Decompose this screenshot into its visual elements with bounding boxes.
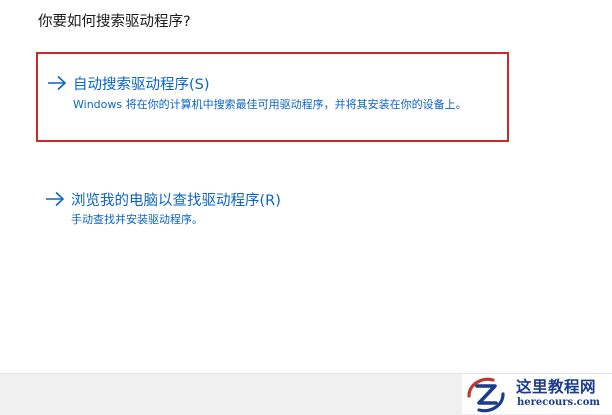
watermark-title: 这里教程网 <box>516 377 597 396</box>
browse-drivers-title: 浏览我的电脑以查找驱动程序(R) <box>71 193 281 209</box>
arrow-right-icon <box>48 75 67 91</box>
arrow-right-icon <box>46 191 65 207</box>
browse-computer-drivers-option[interactable]: 浏览我的电脑以查找驱动程序(R) 手动查找并安装驱动程序。 <box>36 182 509 232</box>
auto-search-drivers-option[interactable]: 自动搜索驱动程序(S) Windows 将在你的计算机中搜索最佳可用驱动程序，并… <box>36 52 509 142</box>
auto-search-description: Windows 将在你的计算机中搜索最佳可用驱动程序，并将其安装在你的设备上。 <box>73 98 467 111</box>
watermark-url: herecours.com <box>517 397 601 408</box>
browse-drivers-description: 手动查找并安装驱动程序。 <box>71 213 203 226</box>
page-title: 你要如何搜索驱动程序? <box>38 14 191 30</box>
auto-search-title: 自动搜索驱动程序(S) <box>73 77 210 93</box>
watermark: 这里教程网 herecours.com <box>462 374 612 414</box>
z-logo-icon <box>467 377 505 413</box>
